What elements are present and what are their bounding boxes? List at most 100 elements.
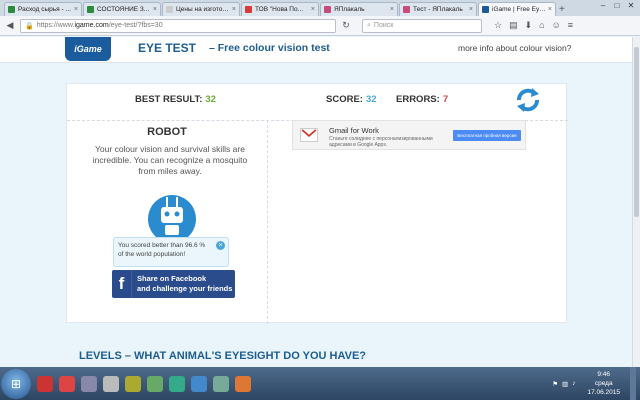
- rank-title: ROBOT: [147, 126, 187, 138]
- close-tab-icon[interactable]: ×: [390, 6, 394, 13]
- clock-time: 9:46: [597, 371, 611, 378]
- favicon-icon: [8, 6, 15, 13]
- taskbar-app-icon[interactable]: [191, 375, 207, 392]
- clock-date: 17.06.2015: [587, 389, 620, 396]
- tooltip-text: You scored better than 96.6 % of the wor…: [118, 242, 206, 258]
- favicon-icon: [245, 6, 252, 13]
- network-icon[interactable]: ▥: [562, 380, 568, 388]
- close-tab-icon[interactable]: ×: [153, 6, 157, 13]
- minimize-icon[interactable]: –: [596, 0, 610, 12]
- close-tab-icon[interactable]: ×: [311, 6, 315, 13]
- browser-tab[interactable]: ТОВ "Нова По... ×: [241, 2, 319, 16]
- new-tab-button[interactable]: +: [559, 4, 573, 16]
- download-icon[interactable]: ⬇: [525, 20, 533, 31]
- lock-icon: 🔒: [25, 22, 34, 30]
- close-tab-icon[interactable]: ×: [232, 6, 236, 13]
- errors: ERRORS: 7: [396, 94, 448, 105]
- taskbar-app-icon[interactable]: [169, 375, 185, 392]
- favicon-icon: [403, 6, 410, 13]
- ad-banner[interactable]: Gmail for Work Станьте солиднее с персон…: [292, 120, 526, 150]
- browser-tab-label: СОСТОЯНИЕ З...: [97, 6, 150, 13]
- browser-tab[interactable]: ЯПлакаль ×: [320, 2, 398, 16]
- restart-icon[interactable]: [513, 85, 543, 115]
- close-tab-icon[interactable]: ×: [548, 6, 552, 13]
- result-card: BEST RESULT: 32 SCORE: 32 ERRORS: 7 ROBOT Y…: [66, 83, 568, 324]
- search-icon: ⌕: [367, 21, 371, 29]
- robot-icon: [148, 195, 196, 241]
- score-tooltip: You scored better than 96.6 % of the wor…: [113, 237, 229, 267]
- volume-icon[interactable]: ♪: [572, 380, 575, 387]
- browser-navbar: ◀ 🔒 https://www. igame.com /eye-test/?fb…: [0, 16, 640, 36]
- browser-tab[interactable]: iGame | Free Eye Test×: [478, 2, 556, 16]
- taskbar-app-icon[interactable]: [81, 375, 97, 392]
- score: SCORE: 32: [326, 94, 377, 105]
- url-prefix: https://www.: [36, 22, 75, 29]
- search-input[interactable]: ⌕ Поиск: [362, 18, 482, 33]
- taskbar-app-icon[interactable]: [235, 375, 251, 392]
- web-page: iGame EYE TEST – Free colour vision test…: [0, 37, 632, 367]
- close-window-icon[interactable]: ✕: [624, 0, 638, 12]
- browser-tab[interactable]: СОСТОЯНИЕ З... ×: [83, 2, 161, 16]
- browser-tab[interactable]: Цены на изготовле...×: [162, 2, 240, 16]
- taskbar-app-icon[interactable]: [125, 375, 141, 392]
- browser-tab-label: ЯПлакаль: [334, 6, 365, 13]
- bookmark-star-icon[interactable]: ☆: [494, 20, 502, 31]
- score-label: SCORE:: [326, 94, 363, 105]
- ad-title: Gmail for Work: [329, 126, 379, 135]
- score-value: 32: [365, 94, 377, 105]
- taskbar-app-icon[interactable]: [147, 375, 163, 392]
- browser-tab-label: Тест - ЯПлакаль: [413, 6, 463, 13]
- address-bar[interactable]: 🔒 https://www. igame.com /eye-test/?fbs=…: [20, 18, 336, 33]
- share-line-2: and challenge your friends: [137, 284, 233, 293]
- show-desktop-button[interactable]: [630, 367, 636, 400]
- url-domain: igame.com: [74, 22, 109, 29]
- ad-trial-button[interactable]: Бесплатная пробная версия: [453, 130, 521, 141]
- page-subtitle: – Free colour vision test: [209, 42, 330, 54]
- favicon-icon: [87, 6, 94, 13]
- close-icon[interactable]: ×: [216, 241, 225, 250]
- share-line-1: Share on Facebook: [137, 274, 207, 283]
- menu-icon[interactable]: ≡: [568, 20, 573, 31]
- share-facebook-button[interactable]: f Share on Facebook and challenge your f…: [112, 270, 235, 298]
- close-tab-icon[interactable]: ×: [469, 6, 473, 13]
- maximize-icon[interactable]: □: [610, 0, 624, 12]
- close-tab-icon[interactable]: ×: [74, 6, 78, 13]
- best-result: BEST RESULT: 32: [135, 94, 216, 105]
- page-title: EYE TEST: [138, 41, 197, 55]
- browser-tab-label: Расход сырья - ...: [18, 6, 71, 13]
- clock[interactable]: 9:46 среда 17.06.2015: [587, 370, 620, 397]
- levels-heading: LEVELS – WHAT ANIMAL'S EYESIGHT DO YOU H…: [79, 350, 367, 362]
- url-path: /eye-test/?fbs=30: [108, 22, 163, 29]
- more-info-link[interactable]: more info about colour vision?: [458, 43, 571, 53]
- best-result-label: BEST RESULT:: [135, 94, 203, 105]
- chat-icon[interactable]: ☺: [552, 20, 561, 31]
- site-header: iGame EYE TEST – Free colour vision test…: [0, 37, 632, 63]
- taskbar-app-icon[interactable]: [37, 375, 53, 392]
- favicon-icon: [324, 6, 331, 13]
- facebook-icon: f: [112, 270, 132, 298]
- browser-tab[interactable]: Тест - ЯПлакаль ×: [399, 2, 477, 16]
- gmail-icon: [300, 128, 318, 142]
- taskbar-app-icon[interactable]: [103, 375, 119, 392]
- flag-icon[interactable]: ⚑: [552, 380, 558, 388]
- errors-label: ERRORS:: [396, 94, 440, 105]
- browser-tab-strip: Расход сырья - ... × СОСТОЯНИЕ З... × Цены н…: [0, 0, 640, 16]
- taskbar: ⊞ ⚑ ▥ ♪ 9:46 среда 17.06.2015: [0, 367, 640, 400]
- browser-tab-label: Цены на изготовле...: [176, 6, 230, 13]
- page-scrollbar[interactable]: [632, 37, 640, 367]
- favicon-icon: [166, 6, 173, 13]
- clock-day: среда: [594, 380, 613, 387]
- taskbar-app-icon[interactable]: [59, 375, 75, 392]
- browser-tab[interactable]: Расход сырья - ... ×: [4, 2, 82, 16]
- reload-icon[interactable]: ↻: [340, 20, 352, 31]
- best-result-value: 32: [205, 94, 216, 105]
- back-icon[interactable]: ◀: [4, 20, 16, 31]
- home-icon[interactable]: ⌂: [539, 20, 544, 31]
- divider: [267, 120, 268, 324]
- igame-logo[interactable]: iGame: [65, 37, 111, 61]
- taskbar-app-icon[interactable]: [213, 375, 229, 392]
- bookmarks-icon[interactable]: ▤: [509, 20, 518, 31]
- browser-tab-label: ТОВ "Нова По...: [255, 6, 303, 13]
- start-button[interactable]: ⊞: [1, 368, 31, 399]
- errors-value: 7: [442, 94, 449, 105]
